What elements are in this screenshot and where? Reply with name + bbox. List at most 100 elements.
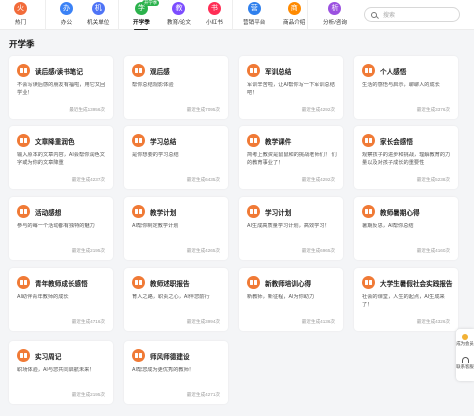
book-icon <box>247 64 260 77</box>
book-icon <box>17 64 30 77</box>
card-title: 青年教师成长感悟 <box>35 281 88 288</box>
template-card[interactable]: 个人感悟生活的感悟与启示，聊聊人的成长最近生成3376次 <box>354 56 458 119</box>
card-title: 新教师培训心得 <box>265 281 312 288</box>
card-title: 大学生暑假社会实践报告 <box>380 281 453 288</box>
card-title: 文章降重润色 <box>35 139 75 146</box>
card-title: 教师暑期心得 <box>380 210 420 217</box>
book-icon <box>132 276 145 289</box>
card-description: 新教师，新征程，AI为你助力 <box>247 294 315 300</box>
nav-item-label: 教育/论文 <box>167 20 191 26</box>
fire-icon: 火 <box>14 2 27 15</box>
card-usage-count: 最近生成6965次 <box>301 248 335 253</box>
card-usage-count: 最近生成4265次 <box>186 248 220 253</box>
card-usage-count: 最近生成7095次 <box>186 107 220 112</box>
nav-item-3[interactable]: 机机关单位 <box>87 2 109 29</box>
search-placeholder: 搜索 <box>383 13 396 19</box>
card-usage-count: 最近生成4716次 <box>71 319 105 324</box>
template-card[interactable]: 活动感想 参与的每一个活动都有独特的魅力 最近生成2195次 <box>9 197 113 260</box>
template-card[interactable]: 教师述职报告育人之路，职责之心，AI伴您前行最近生成3994次 <box>124 268 228 331</box>
nav-item-6[interactable]: 书小红书 <box>206 2 223 29</box>
card-title: 读后感/读书笔记 <box>35 69 83 76</box>
coin-icon <box>462 334 468 340</box>
card-title: 家长会感悟 <box>380 139 413 146</box>
template-card[interactable]: 观后感 帮你总结观影体验 最近生成7095次 <box>124 56 228 119</box>
card-usage-count: 最近生成4136次 <box>301 319 335 324</box>
megaphone-icon: 营 <box>247 2 261 15</box>
template-card[interactable]: 实习周记 职场体验，AI与您共同启航未来！ 最近生成2195次 <box>9 341 113 404</box>
card-title: 个人感悟 <box>380 69 407 76</box>
nav-separator <box>232 0 233 30</box>
card-title: 学习总结 <box>150 139 177 146</box>
card-usage-count: 最近生成4292次 <box>301 177 335 182</box>
nav-item-label: 办公 <box>60 20 73 26</box>
section-title: 开学季 <box>9 39 35 49</box>
card-description: 是你想要的学习总结 <box>132 152 179 158</box>
card-title: 教学课件 <box>265 139 292 146</box>
card-usage-count: 最近生成4292次 <box>301 107 335 112</box>
template-card[interactable]: 军训总结 军训辛苦啦，让AI帮你写一下军训总结吧！ 最近生成4292次 <box>239 56 343 119</box>
template-card[interactable]: 教学计划 AI帮你制定教学计划 最近生成4265次 <box>124 197 228 260</box>
card-description: 生活的感悟与启示，聊聊人的成长 <box>362 82 440 88</box>
card-title: 师风师德建设 <box>150 354 190 361</box>
become-member-button[interactable]: 成为会员 <box>456 334 474 346</box>
card-usage-count: 最近生成4237次 <box>71 177 105 182</box>
template-card[interactable]: 青年教师成长感悟 AI助伴青年教师的成长最近生成4716次 <box>9 268 113 331</box>
book-icon <box>17 276 30 289</box>
book-icon: 书 <box>207 2 221 15</box>
book-icon <box>17 205 30 218</box>
card-description: 暑期反思，AI帮你总结 <box>362 223 414 229</box>
book-icon <box>132 134 145 147</box>
card-usage-count: 最近生成4160次 <box>416 248 450 253</box>
template-card[interactable]: 学习计划 AI生成高质量学习计划，高效学习！ 最近生成6965次 <box>239 197 343 260</box>
book-icon <box>247 276 260 289</box>
briefcase-icon: 办 <box>60 2 73 15</box>
nav-item-label: 分析/咨询 <box>323 20 347 26</box>
template-card[interactable]: 师风师德建设 AI帮您成为更优秀的教师！ 最近生成4271次 <box>124 341 228 404</box>
template-card[interactable]: 教师暑期心得暑期反思，AI帮你总结最近生成4160次 <box>354 197 458 260</box>
card-usage-count: 最近生成4326次 <box>416 319 450 324</box>
graduation-cap-icon: 教 <box>172 2 186 15</box>
card-usage-count: 最近生成2195次 <box>71 248 105 253</box>
nav-badge: 开学季 <box>142 0 160 6</box>
nav-item-1[interactable]: 火热门 <box>14 2 27 29</box>
book-icon <box>17 134 30 147</box>
card-usage-count: 最近生成3376次 <box>416 107 450 112</box>
book-icon <box>362 64 375 77</box>
nav-item-8[interactable]: 商商品介绍 <box>283 2 305 29</box>
search-input[interactable]: 搜索 <box>364 7 460 22</box>
card-description: AI助伴青年教师的成长 <box>17 294 69 300</box>
card-usage-count: 最近生成13956次 <box>69 107 105 112</box>
template-card[interactable]: 读后感/读书笔记不会写读后感的朋友有福啦，用它又回学业！ 最近生成13956次 <box>9 56 113 119</box>
nav-item-5[interactable]: 教教育/论文 <box>167 2 191 29</box>
nav-item-9[interactable]: 析分析/咨询 <box>323 2 347 29</box>
template-card[interactable]: 大学生暑假社会实践报告社会的课堂，人生的起点，AI生成来了！ 最近生成4326次 <box>354 268 458 331</box>
card-title: 教师述职报告 <box>150 281 190 288</box>
chart-icon: 析 <box>328 2 342 15</box>
card-description: 不会写读后感的朋友有福啦，用它又回学业！ <box>17 82 106 96</box>
template-card[interactable]: 教学课件简考上教资是鼠鼠和的挑战老师们！ 们的教育事业了！ 最近生成4292次 <box>239 126 343 189</box>
building-icon: 机 <box>91 2 105 15</box>
book-icon <box>247 134 260 147</box>
book-icon <box>362 205 375 218</box>
card-usage-count: 最近生成3994次 <box>186 319 220 324</box>
card-description: 简考上教资是鼠鼠和的挑战老师们！ 们的教育事业了！ <box>247 152 337 166</box>
card-title: 观后感 <box>150 69 170 76</box>
nav-item-7[interactable]: 营营销平台 <box>243 2 265 29</box>
headset-icon <box>461 357 469 363</box>
card-usage-count: 最近生成5238次 <box>416 177 450 182</box>
nav-item-4[interactable]: 学开学季 开学季 <box>133 0 160 29</box>
template-card[interactable]: 文章降重润色 输入原本的文章内容，AI会帮你润色文字或为你的文章降重 最近生成423… <box>9 126 113 189</box>
template-card[interactable]: 学习总结 是你想要的学习总结 最近生成6435次 <box>124 126 228 189</box>
card-title: 学习计划 <box>265 210 292 217</box>
card-description: 社会的课堂，人生的起点，AI生成来了！ <box>362 294 445 308</box>
template-card[interactable]: 新教师培训心得新教师，新征程，AI为你助力最近生成4136次 <box>239 268 343 331</box>
search-icon <box>371 11 377 18</box>
template-card[interactable]: 家长会感悟观察孩子的进步和挑战，理解教育的力量以及对孩子成长的重要性最近生成52… <box>354 126 458 189</box>
shopping-bag-icon: 商 <box>287 2 301 15</box>
card-description: 育人之路，职责之心，AI伴您前行 <box>132 294 210 300</box>
book-icon <box>17 349 30 362</box>
card-description: 观察孩子的进步和挑战，理解教育的力量以及对孩子成长的重要性 <box>362 152 451 166</box>
card-description: AI帮您成为更优秀的教师！ <box>132 367 194 373</box>
nav-item-2[interactable]: 办办公 <box>60 2 73 29</box>
contact-service-button[interactable]: 联系客服 <box>456 357 474 369</box>
